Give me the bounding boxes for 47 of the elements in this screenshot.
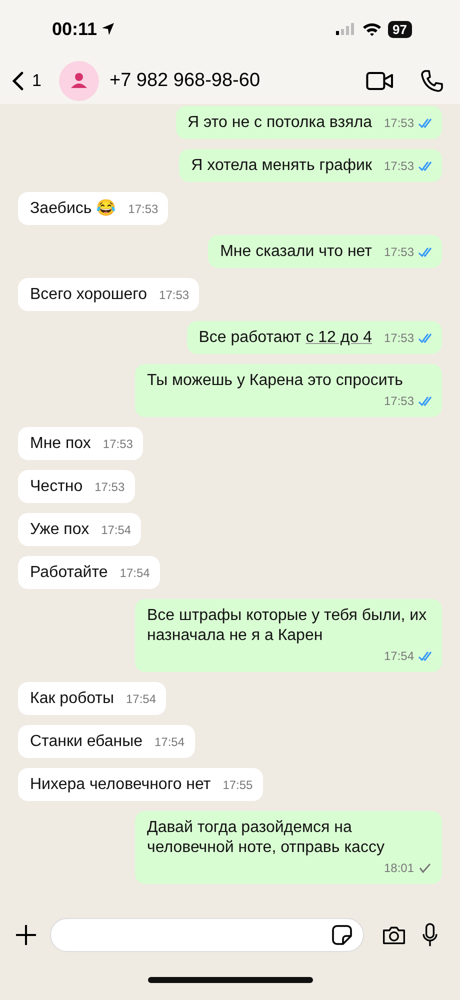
message-time: 17:54 (384, 648, 414, 665)
message-time: 17:55 (222, 777, 253, 794)
message-text: Все работают (198, 329, 302, 346)
message-text: Честно (30, 477, 83, 497)
message-text: Ты можешь у Карена это спросить (147, 371, 403, 391)
message-text: Мне сказали что нет (220, 242, 372, 262)
wifi-icon (362, 22, 382, 36)
avatar-icon[interactable] (59, 61, 100, 101)
message-text: Нихера человечного нет (30, 775, 211, 795)
location-arrow-icon (101, 22, 116, 36)
message-time: 17:54 (120, 565, 150, 582)
message-time: 17:53 (384, 330, 414, 347)
message-text: Как роботы (30, 689, 114, 709)
status-time: 00:11 (52, 18, 98, 40)
message-text: Давай тогда разойдемся на человечной ноте, отправь кассу (147, 818, 386, 858)
message-text: Мне пох (30, 434, 91, 454)
message-time: 17:54 (101, 522, 132, 539)
time-link[interactable]: с 12 до 4 (306, 329, 372, 346)
message-time: 17:53 (384, 244, 414, 261)
message-time: 17:53 (159, 287, 190, 304)
contact-name[interactable]: +7 982 968-98-60 (109, 70, 342, 92)
message-time: 18:01 (384, 860, 414, 877)
message-text: Заебись 😂 (30, 199, 116, 219)
message-time: 17:54 (154, 734, 184, 751)
message-input-field[interactable] (50, 918, 364, 952)
signal-icon (336, 23, 356, 35)
message-time: 17:53 (384, 158, 414, 175)
video-call-icon[interactable] (366, 69, 394, 93)
message-text: Всего хорошего (30, 285, 148, 305)
message-time: 17:54 (126, 691, 156, 708)
sticker-icon[interactable] (331, 924, 353, 946)
message-text: Я это не с потолка взяла (188, 113, 372, 133)
message-time: 17:53 (128, 201, 158, 218)
message-text: Я хотела менять график (191, 156, 372, 176)
message-text: Все штрафы которые у тебя были, их назначала не я а Карен (147, 606, 428, 646)
back-button[interactable]: 1 (12, 71, 42, 91)
message-text: Уже пох (30, 520, 90, 540)
battery-level: 97 (388, 20, 412, 38)
chevron-left-icon (12, 71, 24, 91)
plus-icon[interactable] (14, 923, 38, 947)
phone-icon[interactable] (418, 69, 446, 93)
message-time: 17:53 (384, 393, 414, 410)
message-text: Работайте (30, 563, 108, 583)
message-time: 17:53 (384, 115, 414, 132)
message-time: 17:53 (94, 479, 125, 496)
message-text: Станки ебаные (30, 732, 142, 752)
message-time: 17:53 (102, 436, 133, 453)
